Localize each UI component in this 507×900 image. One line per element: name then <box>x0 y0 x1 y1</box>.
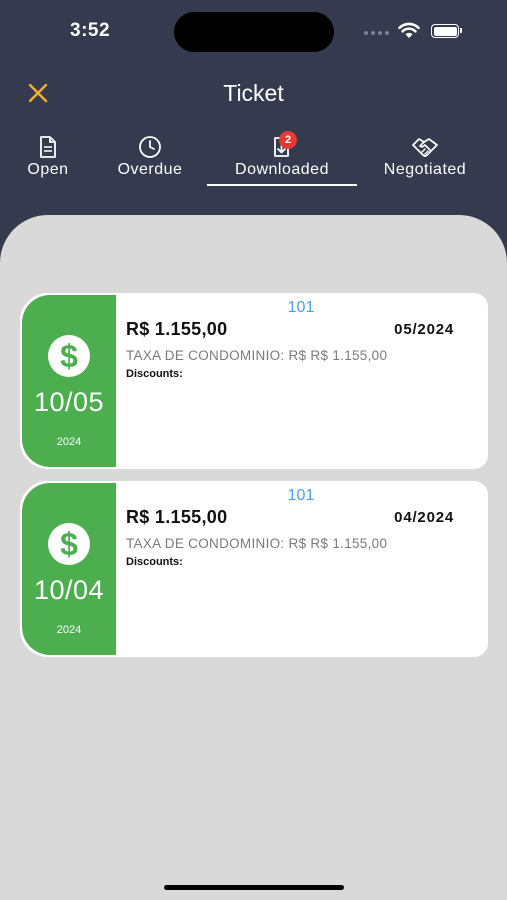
clock-icon <box>139 136 161 158</box>
tab-label: Negotiated <box>383 161 467 178</box>
tab-label: Open <box>27 161 69 178</box>
ticket-discounts: Discounts: <box>126 368 183 380</box>
ticket-description: TAXA DE CONDOMINIO: R$ R$ 1.155,00 <box>126 348 388 363</box>
dollar-icon: $ <box>48 523 90 565</box>
ticket-day: 10/04 <box>33 575 105 605</box>
ticket-unit: 101 <box>287 487 315 504</box>
ticket-period: 04/2024 <box>394 509 454 526</box>
ticket-date-panel: $ 10/04 2024 <box>22 483 116 655</box>
tab-downloaded[interactable]: 2 Downloaded <box>207 131 357 186</box>
handshake-icon <box>412 138 438 157</box>
tab-label: Downloaded <box>235 161 329 178</box>
wifi-icon <box>398 22 420 38</box>
tab-open[interactable]: Open <box>20 134 76 186</box>
ticket-date-panel: $ 10/05 2024 <box>22 295 116 467</box>
ticket-day: 10/05 <box>33 387 105 417</box>
tab-negotiated[interactable]: Negotiated <box>375 134 475 186</box>
ticket-year: 2024 <box>56 624 82 636</box>
status-time: 3:52 <box>70 20 111 41</box>
ticket-amount: R$ 1.155,00 <box>126 319 228 339</box>
ticket-period: 05/2024 <box>394 321 454 338</box>
dollar-icon: $ <box>48 335 90 377</box>
battery-icon <box>431 24 462 38</box>
tab-label: Overdue <box>117 161 183 178</box>
notification-badge: 2 <box>279 131 297 149</box>
ticket-amount: R$ 1.155,00 <box>126 507 228 527</box>
ticket-card[interactable]: $ 10/04 2024 101 R$ 1.155,00 04/2024 TAX… <box>20 481 488 657</box>
home-indicator[interactable] <box>164 885 344 890</box>
ticket-unit: 101 <box>287 299 315 316</box>
ticket-discounts: Discounts: <box>126 556 183 568</box>
tab-overdue[interactable]: Overdue <box>110 134 190 186</box>
signal-icon <box>364 31 389 35</box>
ticket-year: 2024 <box>56 436 82 448</box>
document-icon <box>40 136 56 158</box>
dynamic-island <box>174 12 334 52</box>
page-title: Ticket <box>223 80 284 106</box>
ticket-card[interactable]: $ 10/05 2024 101 R$ 1.155,00 05/2024 TAX… <box>20 293 488 469</box>
ticket-description: TAXA DE CONDOMINIO: R$ R$ 1.155,00 <box>126 536 388 551</box>
